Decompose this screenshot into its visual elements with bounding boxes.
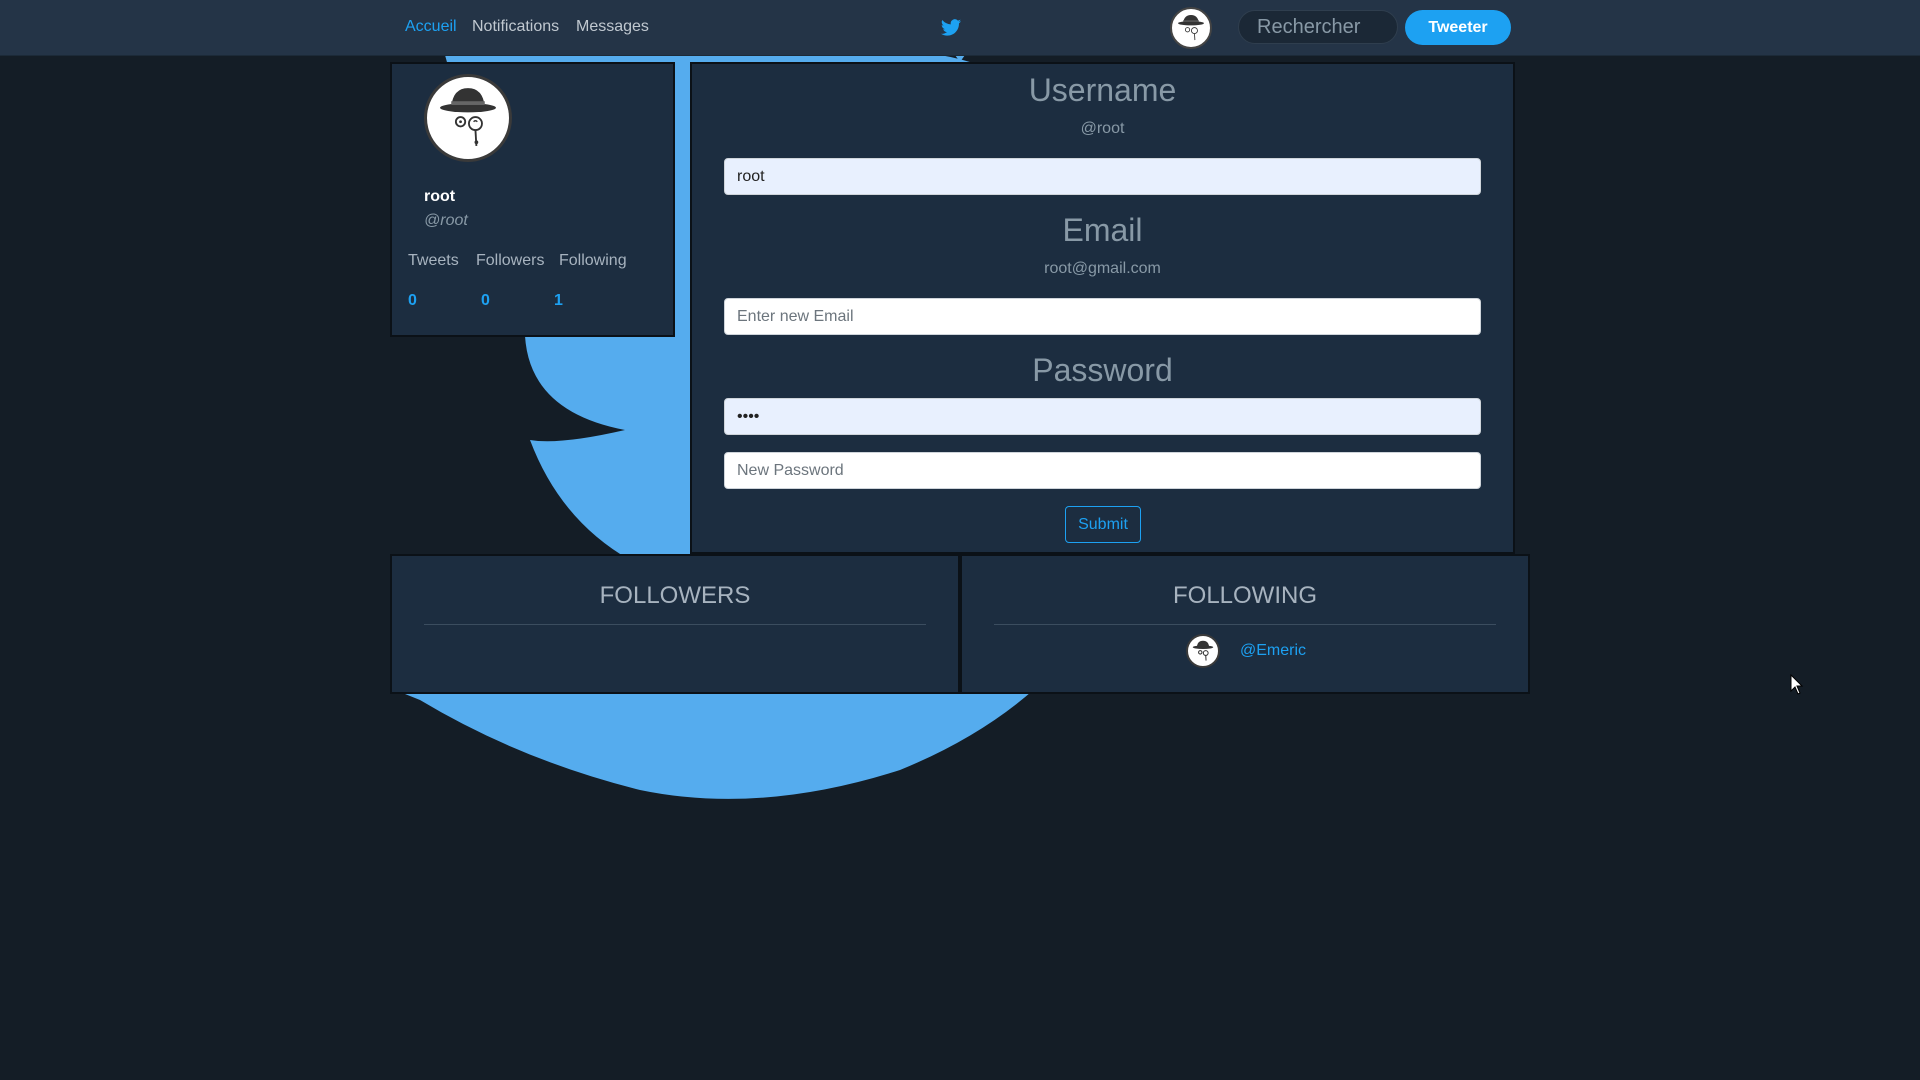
stat-followers-label[interactable]: Followers — [476, 252, 544, 270]
followers-divider — [424, 624, 926, 625]
stat-following-value[interactable]: 1 — [554, 292, 563, 310]
stat-followers-value[interactable]: 0 — [481, 292, 490, 310]
top-navbar: Accueil Notifications Messages Tweeter — [0, 0, 1920, 56]
followers-panel: FOLLOWERS — [390, 554, 960, 694]
list-item[interactable]: @Emeric — [962, 634, 1528, 668]
nav-notifications-link[interactable]: Notifications — [472, 18, 559, 36]
nav-messages-link[interactable]: Messages — [576, 18, 649, 36]
stat-tweets-label[interactable]: Tweets — [408, 252, 459, 270]
spy-avatar-icon — [1192, 640, 1214, 661]
new-password-input[interactable] — [724, 452, 1481, 489]
following-avatar[interactable] — [1186, 634, 1220, 668]
email-current: root@gmail.com — [1044, 260, 1161, 277]
profile-handle: @root — [424, 212, 468, 229]
mouse-cursor-icon — [1790, 674, 1804, 695]
username-title: Username — [1028, 72, 1177, 108]
submit-button[interactable]: Submit — [1065, 506, 1141, 543]
following-handle-link[interactable]: @Emeric — [1240, 642, 1306, 660]
profile-name: root — [424, 188, 456, 205]
followers-title: FOLLOWERS — [599, 582, 751, 609]
tweet-button[interactable]: Tweeter — [1405, 10, 1511, 45]
following-divider — [994, 624, 1496, 625]
nav-home-link[interactable]: Accueil — [405, 18, 457, 36]
email-title: Email — [1062, 212, 1143, 248]
spy-avatar-icon — [440, 88, 496, 147]
password-input[interactable] — [724, 398, 1481, 435]
following-panel: FOLLOWING @Emeric — [960, 554, 1530, 694]
new-email-input[interactable] — [724, 298, 1481, 335]
profile-card: root @root Tweets Followers Following 0 … — [390, 62, 675, 337]
stat-tweets-value[interactable]: 0 — [408, 292, 417, 310]
profile-avatar[interactable] — [424, 74, 512, 162]
stat-following-label[interactable]: Following — [559, 252, 627, 270]
account-settings-panel: Username @root Email root@gmail.com Pass… — [690, 62, 1515, 554]
twitter-bird-icon[interactable] — [940, 17, 962, 39]
password-title: Password — [1032, 352, 1173, 388]
user-avatar[interactable] — [1170, 7, 1212, 49]
username-current: @root — [1080, 120, 1125, 137]
spy-avatar-icon — [1178, 15, 1204, 41]
following-title: FOLLOWING — [1172, 582, 1317, 609]
username-input[interactable] — [724, 158, 1481, 195]
search-input[interactable] — [1238, 10, 1398, 44]
